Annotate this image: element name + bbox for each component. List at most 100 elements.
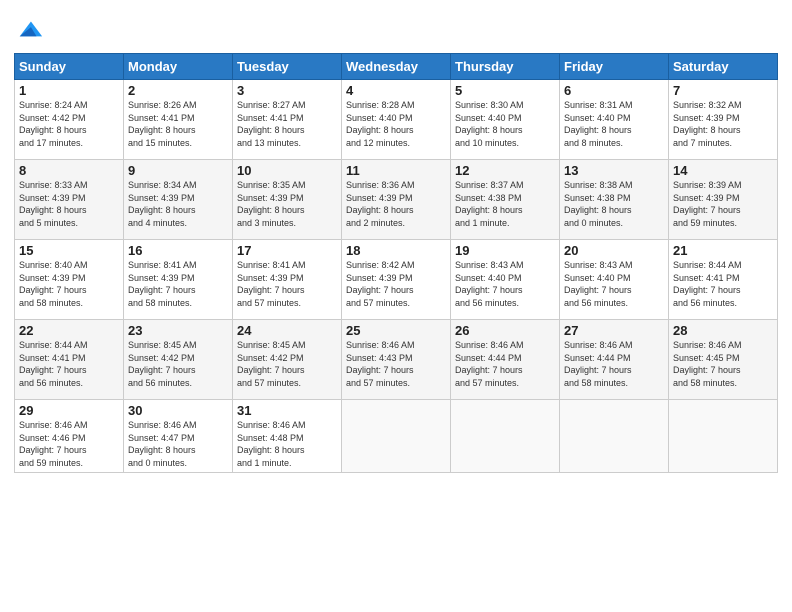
day-info: Sunrise: 8:46 AM Sunset: 4:44 PM Dayligh…: [455, 339, 555, 389]
table-row: 16Sunrise: 8:41 AM Sunset: 4:39 PM Dayli…: [124, 240, 233, 320]
table-row: 22Sunrise: 8:44 AM Sunset: 4:41 PM Dayli…: [15, 320, 124, 400]
day-number: 14: [673, 163, 773, 178]
day-info: Sunrise: 8:28 AM Sunset: 4:40 PM Dayligh…: [346, 99, 446, 149]
day-number: 27: [564, 323, 664, 338]
header-thursday: Thursday: [451, 54, 560, 80]
day-number: 4: [346, 83, 446, 98]
logo-icon: [16, 14, 44, 42]
day-number: 18: [346, 243, 446, 258]
table-row: 29Sunrise: 8:46 AM Sunset: 4:46 PM Dayli…: [15, 400, 124, 473]
day-number: 25: [346, 323, 446, 338]
table-row: 3Sunrise: 8:27 AM Sunset: 4:41 PM Daylig…: [233, 80, 342, 160]
day-info: Sunrise: 8:43 AM Sunset: 4:40 PM Dayligh…: [564, 259, 664, 309]
day-number: 5: [455, 83, 555, 98]
day-info: Sunrise: 8:40 AM Sunset: 4:39 PM Dayligh…: [19, 259, 119, 309]
day-number: 22: [19, 323, 119, 338]
day-info: Sunrise: 8:39 AM Sunset: 4:39 PM Dayligh…: [673, 179, 773, 229]
table-row: 9Sunrise: 8:34 AM Sunset: 4:39 PM Daylig…: [124, 160, 233, 240]
table-row: 21Sunrise: 8:44 AM Sunset: 4:41 PM Dayli…: [669, 240, 778, 320]
page-header: [14, 10, 778, 47]
table-row: 13Sunrise: 8:38 AM Sunset: 4:38 PM Dayli…: [560, 160, 669, 240]
day-number: 19: [455, 243, 555, 258]
header-friday: Friday: [560, 54, 669, 80]
day-number: 17: [237, 243, 337, 258]
day-number: 6: [564, 83, 664, 98]
day-info: Sunrise: 8:42 AM Sunset: 4:39 PM Dayligh…: [346, 259, 446, 309]
day-number: 21: [673, 243, 773, 258]
table-row: 26Sunrise: 8:46 AM Sunset: 4:44 PM Dayli…: [451, 320, 560, 400]
day-info: Sunrise: 8:46 AM Sunset: 4:46 PM Dayligh…: [19, 419, 119, 469]
day-number: 20: [564, 243, 664, 258]
day-info: Sunrise: 8:46 AM Sunset: 4:43 PM Dayligh…: [346, 339, 446, 389]
table-row: 5Sunrise: 8:30 AM Sunset: 4:40 PM Daylig…: [451, 80, 560, 160]
day-number: 24: [237, 323, 337, 338]
table-row: 12Sunrise: 8:37 AM Sunset: 4:38 PM Dayli…: [451, 160, 560, 240]
header-tuesday: Tuesday: [233, 54, 342, 80]
day-number: 2: [128, 83, 228, 98]
day-info: Sunrise: 8:45 AM Sunset: 4:42 PM Dayligh…: [128, 339, 228, 389]
logo: [14, 14, 44, 47]
table-row: [669, 400, 778, 473]
day-info: Sunrise: 8:37 AM Sunset: 4:38 PM Dayligh…: [455, 179, 555, 229]
day-number: 3: [237, 83, 337, 98]
day-info: Sunrise: 8:45 AM Sunset: 4:42 PM Dayligh…: [237, 339, 337, 389]
day-info: Sunrise: 8:27 AM Sunset: 4:41 PM Dayligh…: [237, 99, 337, 149]
day-number: 28: [673, 323, 773, 338]
header-sunday: Sunday: [15, 54, 124, 80]
day-number: 31: [237, 403, 337, 418]
table-row: 19Sunrise: 8:43 AM Sunset: 4:40 PM Dayli…: [451, 240, 560, 320]
table-row: 7Sunrise: 8:32 AM Sunset: 4:39 PM Daylig…: [669, 80, 778, 160]
header-saturday: Saturday: [669, 54, 778, 80]
day-number: 11: [346, 163, 446, 178]
table-row: 27Sunrise: 8:46 AM Sunset: 4:44 PM Dayli…: [560, 320, 669, 400]
day-number: 7: [673, 83, 773, 98]
day-info: Sunrise: 8:36 AM Sunset: 4:39 PM Dayligh…: [346, 179, 446, 229]
day-info: Sunrise: 8:35 AM Sunset: 4:39 PM Dayligh…: [237, 179, 337, 229]
table-row: [342, 400, 451, 473]
table-row: 25Sunrise: 8:46 AM Sunset: 4:43 PM Dayli…: [342, 320, 451, 400]
day-info: Sunrise: 8:32 AM Sunset: 4:39 PM Dayligh…: [673, 99, 773, 149]
day-info: Sunrise: 8:33 AM Sunset: 4:39 PM Dayligh…: [19, 179, 119, 229]
table-row: 6Sunrise: 8:31 AM Sunset: 4:40 PM Daylig…: [560, 80, 669, 160]
day-info: Sunrise: 8:41 AM Sunset: 4:39 PM Dayligh…: [128, 259, 228, 309]
table-row: 4Sunrise: 8:28 AM Sunset: 4:40 PM Daylig…: [342, 80, 451, 160]
day-number: 12: [455, 163, 555, 178]
table-row: 1Sunrise: 8:24 AM Sunset: 4:42 PM Daylig…: [15, 80, 124, 160]
table-row: 23Sunrise: 8:45 AM Sunset: 4:42 PM Dayli…: [124, 320, 233, 400]
day-number: 29: [19, 403, 119, 418]
table-row: 24Sunrise: 8:45 AM Sunset: 4:42 PM Dayli…: [233, 320, 342, 400]
day-number: 8: [19, 163, 119, 178]
day-info: Sunrise: 8:46 AM Sunset: 4:48 PM Dayligh…: [237, 419, 337, 469]
day-number: 15: [19, 243, 119, 258]
day-number: 13: [564, 163, 664, 178]
table-row: 20Sunrise: 8:43 AM Sunset: 4:40 PM Dayli…: [560, 240, 669, 320]
day-number: 1: [19, 83, 119, 98]
table-row: 17Sunrise: 8:41 AM Sunset: 4:39 PM Dayli…: [233, 240, 342, 320]
table-row: 18Sunrise: 8:42 AM Sunset: 4:39 PM Dayli…: [342, 240, 451, 320]
day-info: Sunrise: 8:44 AM Sunset: 4:41 PM Dayligh…: [19, 339, 119, 389]
table-row: 11Sunrise: 8:36 AM Sunset: 4:39 PM Dayli…: [342, 160, 451, 240]
day-number: 9: [128, 163, 228, 178]
table-row: 8Sunrise: 8:33 AM Sunset: 4:39 PM Daylig…: [15, 160, 124, 240]
table-row: 31Sunrise: 8:46 AM Sunset: 4:48 PM Dayli…: [233, 400, 342, 473]
day-info: Sunrise: 8:44 AM Sunset: 4:41 PM Dayligh…: [673, 259, 773, 309]
day-info: Sunrise: 8:24 AM Sunset: 4:42 PM Dayligh…: [19, 99, 119, 149]
day-info: Sunrise: 8:30 AM Sunset: 4:40 PM Dayligh…: [455, 99, 555, 149]
table-row: 15Sunrise: 8:40 AM Sunset: 4:39 PM Dayli…: [15, 240, 124, 320]
day-number: 30: [128, 403, 228, 418]
table-row: 10Sunrise: 8:35 AM Sunset: 4:39 PM Dayli…: [233, 160, 342, 240]
day-number: 23: [128, 323, 228, 338]
header-wednesday: Wednesday: [342, 54, 451, 80]
calendar-table: Sunday Monday Tuesday Wednesday Thursday…: [14, 53, 778, 473]
calendar-container: Sunday Monday Tuesday Wednesday Thursday…: [0, 0, 792, 483]
table-row: 14Sunrise: 8:39 AM Sunset: 4:39 PM Dayli…: [669, 160, 778, 240]
day-number: 16: [128, 243, 228, 258]
day-number: 10: [237, 163, 337, 178]
day-info: Sunrise: 8:46 AM Sunset: 4:44 PM Dayligh…: [564, 339, 664, 389]
day-number: 26: [455, 323, 555, 338]
table-row: 2Sunrise: 8:26 AM Sunset: 4:41 PM Daylig…: [124, 80, 233, 160]
calendar-header-row: Sunday Monday Tuesday Wednesday Thursday…: [15, 54, 778, 80]
table-row: [451, 400, 560, 473]
day-info: Sunrise: 8:34 AM Sunset: 4:39 PM Dayligh…: [128, 179, 228, 229]
header-monday: Monday: [124, 54, 233, 80]
